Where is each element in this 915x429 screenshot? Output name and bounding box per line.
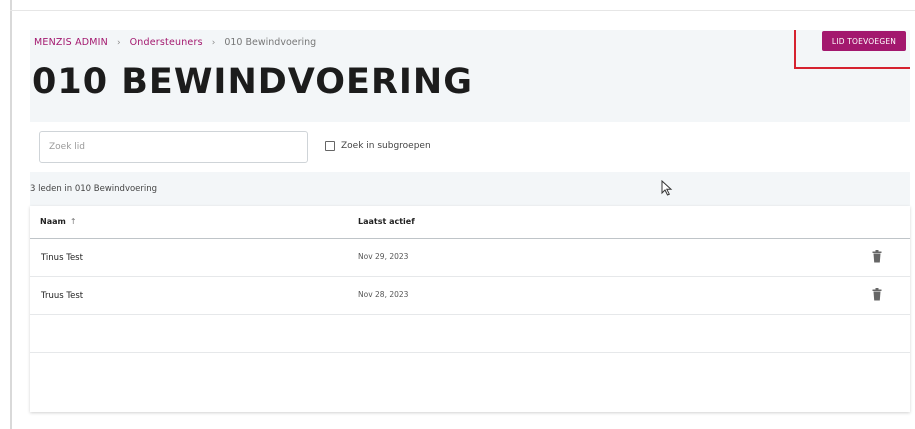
annotation-marker-vertical <box>794 30 796 69</box>
column-header-last-active[interactable]: Laatst actief <box>358 217 415 226</box>
arrow-up-icon: ↑ <box>69 217 77 226</box>
table-header: Naam ↑ Laatst actief <box>30 206 910 239</box>
add-member-button[interactable]: LID TOEVOEGEN <box>822 31 906 51</box>
trash-icon[interactable] <box>872 250 882 263</box>
search-subgroups-option[interactable]: Zoek in subgroepen <box>325 141 431 151</box>
member-name: Truus Test <box>41 291 84 301</box>
annotation-marker-horizontal <box>794 67 910 69</box>
summary-band <box>30 172 910 206</box>
window-left-edge <box>10 0 12 429</box>
window-top-edge <box>10 10 915 11</box>
breadcrumb-parent-link[interactable]: Ondersteuners <box>130 37 203 48</box>
search-subgroups-label: Zoek in subgroepen <box>341 141 431 151</box>
table-row: Tinus Test Nov 29, 2023 <box>30 239 910 277</box>
table-row-empty <box>30 353 910 391</box>
column-header-name-label: Naam <box>40 217 66 226</box>
trash-icon[interactable] <box>872 288 882 301</box>
breadcrumb-separator: › <box>211 37 216 48</box>
breadcrumb-root-link[interactable]: MENZIS ADMIN <box>34 37 108 48</box>
member-last-active: Nov 28, 2023 <box>358 290 409 299</box>
breadcrumb-separator: › <box>116 37 121 48</box>
members-table: Naam ↑ Laatst actief Tinus Test Nov 29, … <box>30 206 910 412</box>
column-header-name[interactable]: Naam ↑ <box>40 217 77 226</box>
table-row-empty <box>30 315 910 353</box>
member-name: Tinus Test <box>41 253 83 263</box>
page-title: 010 BEWINDVOERING <box>32 62 473 102</box>
search-member-input[interactable] <box>39 131 308 163</box>
breadcrumb: MENZIS ADMIN › Ondersteuners › 010 Bewin… <box>34 37 316 48</box>
table-row: Truus Test Nov 28, 2023 <box>30 277 910 315</box>
column-header-last-active-label: Laatst actief <box>358 217 415 226</box>
mouse-pointer-icon <box>661 180 673 196</box>
search-subgroups-checkbox[interactable] <box>325 141 335 151</box>
member-count-text: 3 leden in 010 Bewindvoering <box>30 184 158 194</box>
member-last-active: Nov 29, 2023 <box>358 252 409 261</box>
breadcrumb-current: 010 Bewindvoering <box>224 37 317 48</box>
